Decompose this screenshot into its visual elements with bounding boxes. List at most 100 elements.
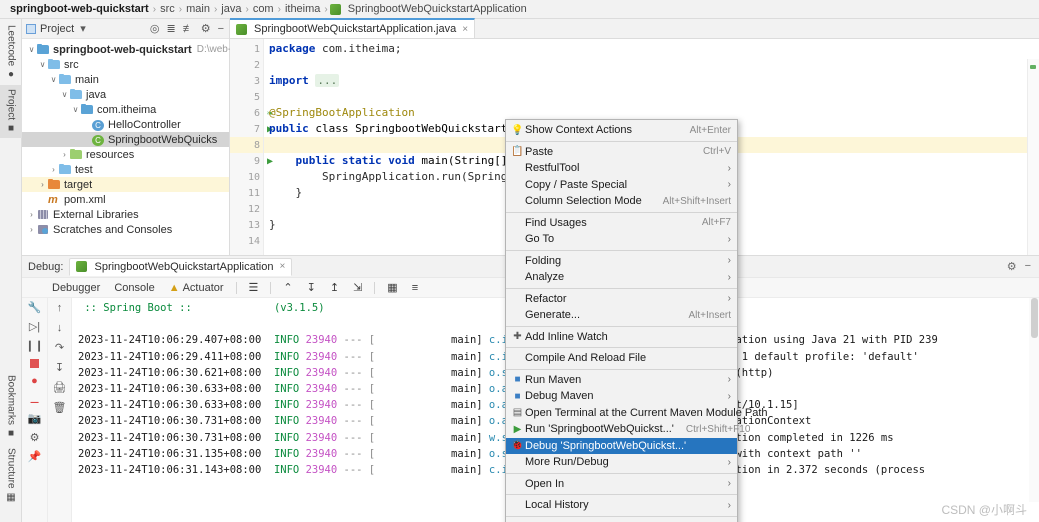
camera-icon[interactable]: 📷 (28, 413, 42, 425)
menu-item[interactable]: Column Selection Mode Alt+Shift+Insert (506, 193, 737, 210)
menu-item[interactable]: 💡 Show Context Actions Alt+Enter (506, 122, 737, 139)
tree-item[interactable]: ∨ com.itheima (22, 102, 229, 117)
editor-gutter[interactable]: 1 2 3 5 6 ❧ 7 ▶ 8 9 ▶ 10 11 12 13 14 (230, 39, 273, 255)
gutter-line[interactable]: 10 (230, 169, 263, 185)
breadcrumb-item-class[interactable]: SpringbootWebQuickstartApplication (346, 3, 529, 15)
collapse-all-icon[interactable]: ≢ (182, 23, 195, 35)
close-icon[interactable]: × (279, 261, 285, 272)
menu-item[interactable]: ✚ Add Inline Watch (506, 329, 737, 346)
scrollbar-thumb[interactable] (1031, 298, 1038, 338)
menu-item[interactable]: 📋 Paste Ctrl+V (506, 144, 737, 161)
gutter-line[interactable]: 11 (230, 185, 263, 201)
sidebar-tab-project[interactable]: Project ■ (0, 85, 22, 139)
gutter-line[interactable]: 7 ▶ (230, 121, 273, 137)
code-line[interactable]: package com.itheima; (264, 41, 1039, 57)
menu-item[interactable]: Compile And Reload File (506, 350, 737, 367)
chevron-icon[interactable]: ∨ (48, 75, 59, 84)
gutter-line[interactable]: 2 (230, 57, 263, 73)
project-dropdown-caret[interactable]: ▾ (79, 22, 87, 35)
chevron-icon[interactable]: ∨ (70, 105, 81, 114)
menu-item[interactable]: ■ Debug Maven › (506, 388, 737, 405)
gutter-line[interactable]: 9 ▶ (230, 153, 273, 169)
step-out-icon[interactable]: ⌃ (281, 281, 294, 294)
sidebar-tab-bookmarks[interactable]: Bookmarks ■ (0, 371, 22, 443)
menu-item[interactable]: ▶ Run 'SpringbootWebQuickst...' Ctrl+Shift… (506, 421, 751, 438)
evaluate-icon[interactable]: ▦ (385, 281, 399, 294)
tab-console[interactable]: Console (112, 282, 156, 294)
tab-debugger[interactable]: Debugger (50, 282, 102, 294)
settings-icon[interactable]: ⚙ (1007, 260, 1017, 273)
chevron-icon[interactable]: › (26, 210, 37, 219)
tree-item[interactable]: › resources (22, 147, 229, 162)
pin-icon[interactable]: 📌 (28, 451, 42, 463)
hide-icon[interactable]: − (217, 23, 225, 35)
chevron-icon[interactable]: › (37, 180, 48, 189)
tree-item[interactable]: › test (22, 162, 229, 177)
tree-item[interactable]: ∨ java (22, 87, 229, 102)
settings-icon[interactable]: ⚙ (200, 22, 212, 35)
breadcrumb-item-project[interactable]: springboot-web-quickstart (8, 3, 151, 15)
tree-item[interactable]: ∨ src (22, 57, 229, 72)
chevron-icon[interactable]: ∨ (59, 90, 70, 99)
scroll-up-icon[interactable]: ↑ (57, 302, 63, 314)
tree-item[interactable]: C HelloController (22, 117, 229, 132)
locate-icon[interactable]: ◎ (149, 22, 161, 35)
pause-icon[interactable]: ❙❙ (25, 340, 43, 352)
gutter-line[interactable]: 8 (230, 137, 263, 153)
layout-icon[interactable]: ☰ (247, 281, 261, 294)
breadcrumb-item-java[interactable]: java (219, 3, 243, 15)
menu-item[interactable]: Go To › (506, 231, 737, 248)
code-line[interactable]: import ... (264, 73, 1039, 89)
wrench-icon[interactable]: 🔧 (28, 302, 42, 314)
breadcrumb-item-src[interactable]: src (158, 3, 177, 15)
tree-item[interactable]: › target (22, 177, 229, 192)
gutter-line[interactable]: 12 (230, 201, 263, 217)
chevron-icon[interactable]: › (59, 150, 70, 159)
gutter-line[interactable]: 1 (230, 41, 263, 57)
gutter-line[interactable]: 3 (230, 73, 263, 89)
run-to-cursor-icon[interactable]: ⇲ (351, 281, 364, 294)
breadcrumb-item-com[interactable]: com (251, 3, 276, 15)
close-icon[interactable]: × (462, 24, 468, 35)
view-breakpoints-icon[interactable]: ⚊ (30, 394, 40, 406)
debug-config-tab[interactable]: SpringbootWebQuickstartApplication × (69, 257, 293, 276)
editor-tab-springboot-application[interactable]: SpringbootWebQuickstartApplication.java … (230, 18, 476, 38)
menu-item[interactable]: Find Usages Alt+F7 (506, 215, 737, 232)
menu-item[interactable]: Refactor › (506, 291, 737, 308)
chevron-icon[interactable]: › (48, 165, 59, 174)
menu-item[interactable]: RestfulTool › (506, 160, 737, 177)
tree-item[interactable]: C SpringbootWebQuicks (22, 132, 229, 147)
resume-icon[interactable]: ▷| (29, 321, 40, 333)
menu-item[interactable]: Folding › (506, 253, 737, 270)
menu-item[interactable]: Open In › (506, 476, 737, 493)
chevron-icon[interactable]: ∨ (37, 60, 48, 69)
menu-item[interactable]: ⇄Compare with Clipboard (506, 519, 737, 522)
menu-item[interactable]: Generate... Alt+Insert (506, 307, 737, 324)
expand-all-icon[interactable]: ≣ (165, 22, 176, 35)
scroll-down-icon[interactable]: ↓ (57, 322, 63, 334)
tab-actuator[interactable]: ▲ Actuator (167, 282, 226, 294)
gutter-line[interactable]: 6 ❧ (230, 105, 273, 121)
menu-item[interactable]: More Run/Debug › (506, 454, 737, 471)
trash-icon[interactable]: 🗑 (53, 402, 67, 414)
menu-item[interactable]: ■ Run Maven › (506, 372, 737, 389)
step-into-icon[interactable]: ↥ (328, 281, 341, 294)
mute-breakpoints-icon[interactable]: ● (31, 375, 38, 387)
menu-item[interactable]: Local History › (506, 497, 737, 514)
breadcrumb-item-main[interactable]: main (184, 3, 212, 15)
menu-item[interactable]: Analyze › (506, 269, 737, 286)
editor-scroll-rail[interactable] (1027, 59, 1039, 275)
chevron-icon[interactable]: ∨ (26, 45, 37, 54)
breadcrumb-item-itheima[interactable]: itheima (283, 3, 322, 15)
folded-imports[interactable]: ... (315, 74, 340, 87)
editor-context-menu[interactable]: 💡 Show Context Actions Alt+Enter 📋 Paste Ctrl… (505, 119, 768, 522)
menu-item[interactable]: 🐞 Debug 'SpringbootWebQuickst...' (506, 437, 737, 454)
tree-item[interactable]: ∨ springboot-web-quickstart D:\web-p (22, 42, 237, 57)
soft-wrap-icon[interactable]: ↷ (55, 342, 64, 354)
tree-item[interactable]: › Scratches and Consoles (22, 222, 229, 237)
tree-item[interactable]: ∨ main (22, 72, 229, 87)
hide-icon[interactable]: − (1025, 260, 1031, 273)
settings-icon[interactable]: ≡ (410, 282, 420, 294)
stop-icon[interactable] (30, 359, 39, 368)
code-line[interactable] (264, 57, 1039, 73)
